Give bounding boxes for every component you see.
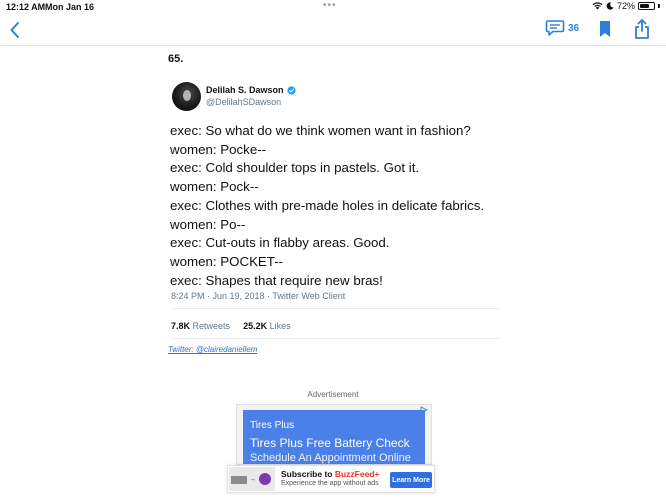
status-date: Mon Jan 16 [45,2,95,12]
tweet-stats: 7.8K Retweets 25.2K Likes [171,321,291,331]
tweet-line: exec: Shapes that require new bras! [170,272,383,288]
banner-title-brand: BuzzFeed+ [334,469,380,479]
tweet-timestamp[interactable]: 8:24 PM · Jun 19, 2018 · Twitter Web Cli… [171,291,345,301]
retweets-count: 7.8K [171,321,191,331]
status-indicators: 72% [592,1,660,11]
battery-fill [640,4,650,8]
avatar-face [183,90,191,101]
banner-thumbnail: → [229,467,275,491]
multitasking-dots-icon[interactable]: ••• [323,0,337,11]
author-name-text: Delilah S. Dawson [206,85,284,95]
bookmark-icon [600,21,610,37]
subscribe-banner[interactable]: → Subscribe to BuzzFeed+ Experience the … [227,465,435,493]
advertisement-card[interactable]: Tires Plus Tires Plus Free Battery Check… [236,404,432,465]
author-name[interactable]: Delilah S. Dawson [206,85,296,95]
likes-count: 25.2K [243,321,268,331]
avatar[interactable] [172,82,201,111]
status-time: 12:12 AM [6,2,46,12]
share-icon [635,19,649,39]
chevron-left-icon [10,22,19,38]
nav-bar: 36 [0,14,666,46]
comments-button[interactable]: 36 [545,19,579,37]
tweet-line: exec: So what do we think women want in … [170,123,471,138]
share-button[interactable] [633,18,651,45]
arrow-right-icon: → [249,476,256,483]
tweet-line: women: Pocke-- [170,141,267,157]
author-handle[interactable]: @DelilahSDawson [206,97,281,107]
advertisement-creative[interactable]: Tires Plus Tires Plus Free Battery Check… [243,410,425,464]
moon-icon [606,2,614,10]
retweets-label: Retweets [192,321,231,331]
status-bar: 12:12 AM Mon Jan 16 ••• 72% [0,0,666,14]
tweet-line: exec: Clothes with pre-made holes in del… [170,197,485,213]
tweet-line: women: Pock-- [170,179,259,195]
bookmark-button[interactable] [598,20,612,43]
tweet-line: women: POCKET-- [170,253,284,269]
banner-title-prefix: Subscribe to [281,469,335,479]
advertisement-label: Advertisement [307,390,359,399]
ad-subline: Schedule An Appointment Online [250,452,411,464]
divider [171,308,501,309]
checkmark-badge-icon [259,473,271,485]
comment-count: 36 [568,22,580,34]
banner-subtitle: Experience the app without ads [281,480,379,487]
retweets-stat[interactable]: 7.8K Retweets [171,321,230,331]
wifi-icon [592,2,603,10]
verified-badge-icon [286,85,296,95]
comment-bubble-icon [545,20,565,36]
battery-percent: 72% [616,1,635,11]
likes-label: Likes [269,321,291,331]
tweet-text: exec: So what do we think women want in … [170,122,484,290]
tweet-line: exec: Cut-outs in flabby areas. Good. [170,235,390,251]
battery-tip [658,4,660,8]
ad-brand: Tires Plus [250,420,295,431]
item-number: 65. [168,53,184,65]
thumbnail-ad-block [231,476,247,484]
likes-stat[interactable]: 25.2K Likes [243,321,291,331]
back-button[interactable] [4,18,28,42]
banner-title: Subscribe to BuzzFeed+ [281,469,379,479]
battery-icon [638,2,655,10]
learn-more-button[interactable]: Learn More [390,472,432,488]
divider [171,338,501,339]
tweet-line: exec: Cold shoulder tops in pastels. Got… [170,160,420,176]
tweet-line: women: Po-- [170,216,246,232]
source-credit-link[interactable]: Twitter: @clairedaniellem [168,345,257,354]
ad-headline: Tires Plus Free Battery Check [250,436,410,450]
